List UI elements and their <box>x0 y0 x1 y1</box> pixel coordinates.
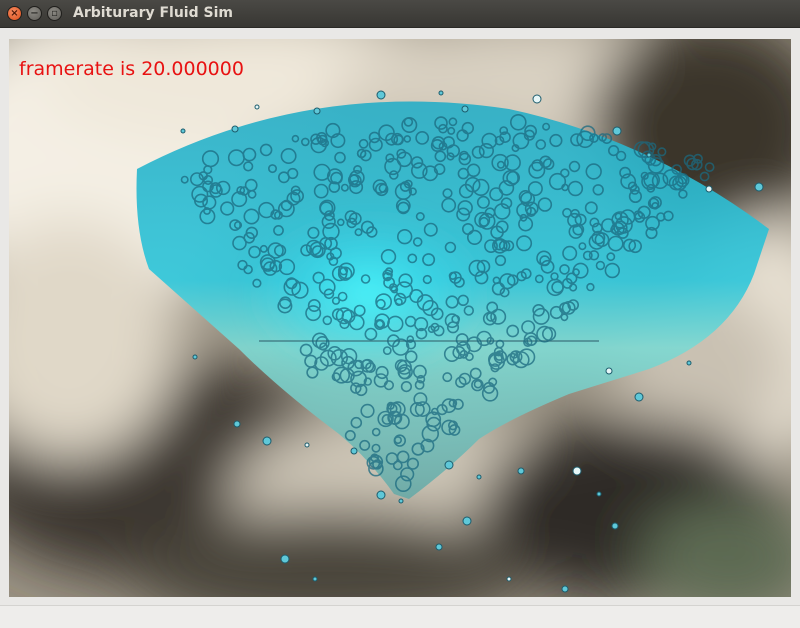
stray-droplet <box>435 543 443 551</box>
window-title: Arbiturary Fluid Sim <box>73 5 233 21</box>
stray-droplet <box>180 128 186 134</box>
stray-droplet <box>438 90 444 96</box>
stray-droplet <box>611 522 619 530</box>
stray-droplet <box>398 498 404 504</box>
stray-droplet <box>444 460 454 470</box>
stray-droplet <box>312 576 318 582</box>
close-button[interactable]: × <box>7 6 22 21</box>
title-bar[interactable]: × − ▫ Arbiturary Fluid Sim <box>0 0 800 28</box>
stray-droplet <box>231 125 239 133</box>
stray-droplet <box>572 466 582 476</box>
stray-droplet <box>313 107 321 115</box>
status-bar <box>0 605 800 628</box>
fluid-scene <box>9 39 791 597</box>
close-icon: × <box>10 7 19 19</box>
stray-droplet <box>476 474 482 480</box>
minimize-icon: − <box>30 7 39 19</box>
stray-droplet <box>596 491 602 497</box>
stray-droplet <box>262 436 272 446</box>
stray-droplet <box>254 104 260 110</box>
stray-droplet <box>233 420 241 428</box>
stray-droplet <box>646 152 652 158</box>
stray-droplet <box>280 554 290 564</box>
framerate-label: framerate is 20.000000 <box>19 58 244 80</box>
stray-droplet <box>517 467 525 475</box>
stray-droplet <box>192 354 198 360</box>
maximize-icon: ▫ <box>51 7 58 19</box>
minimize-button[interactable]: − <box>27 6 42 21</box>
stray-droplet <box>612 126 622 136</box>
stray-droplet <box>461 105 469 113</box>
stray-droplet <box>634 392 644 402</box>
stray-droplet <box>532 94 542 104</box>
stray-droplet <box>350 447 358 455</box>
stray-droplet <box>462 516 472 526</box>
stray-droplet <box>506 576 512 582</box>
stray-droplet <box>705 185 713 193</box>
render-viewport[interactable]: framerate is 20.000000 <box>9 39 791 597</box>
stray-droplet <box>754 182 764 192</box>
stray-droplet <box>304 442 310 448</box>
stray-droplet <box>686 360 692 366</box>
stray-droplet <box>376 490 386 500</box>
stray-droplet <box>376 90 386 100</box>
maximize-button[interactable]: ▫ <box>47 6 62 21</box>
stray-droplet <box>561 585 569 593</box>
stray-droplet <box>605 367 613 375</box>
